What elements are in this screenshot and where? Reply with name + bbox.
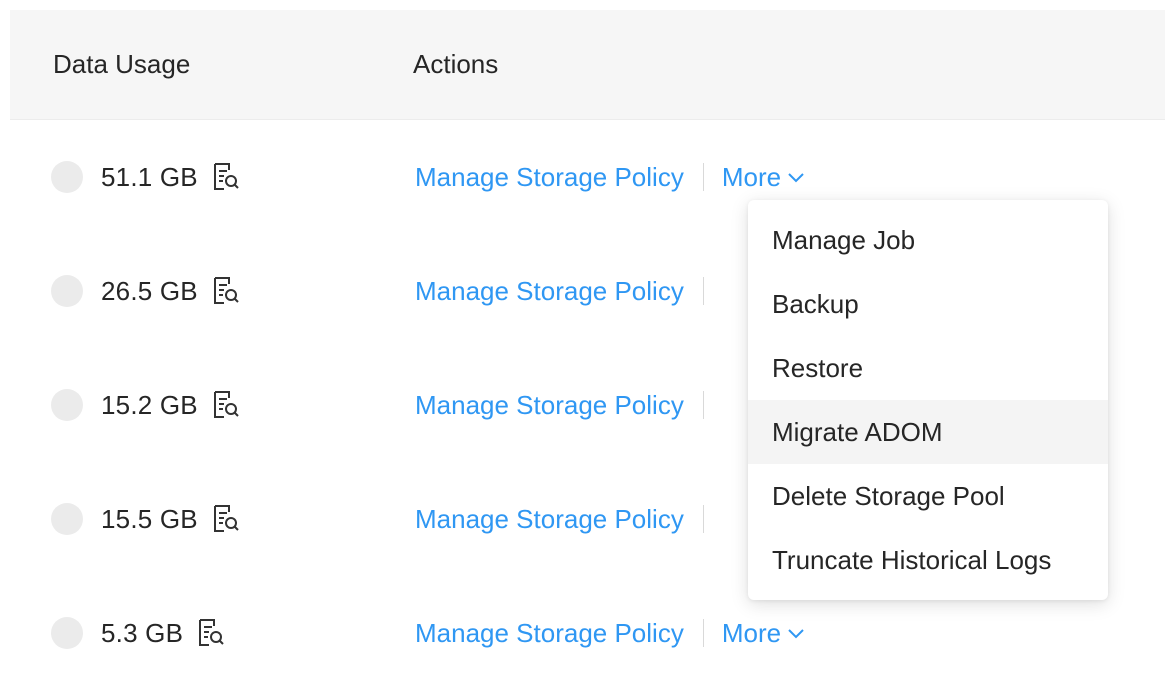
more-label: More — [721, 161, 782, 192]
data-usage-cell: 26.5 GB — [51, 234, 240, 348]
data-usage-cell: 15.2 GB — [51, 348, 240, 462]
menu-item-delete-storage-pool[interactable]: Delete Storage Pool — [748, 464, 1108, 528]
manage-storage-policy-link[interactable]: Manage Storage Policy — [415, 390, 684, 421]
more-label: More — [721, 617, 782, 648]
data-usage-value: 26.5 GB — [101, 275, 198, 306]
table-header: Data Usage Actions — [10, 10, 1165, 120]
action-separator — [702, 619, 704, 647]
actions-cell: Manage Storage Policy More — [415, 576, 805, 690]
manage-storage-policy-link[interactable]: Manage Storage Policy — [415, 618, 684, 649]
manage-storage-policy-link[interactable]: Manage Storage Policy — [415, 276, 684, 307]
manage-storage-policy-link[interactable]: Manage Storage Policy — [415, 162, 684, 193]
actions-cell: Manage Storage Policy — [415, 462, 722, 576]
chevron-down-icon — [788, 629, 804, 639]
action-separator — [702, 391, 704, 419]
actions-cell: Manage Storage Policy — [415, 348, 722, 462]
action-separator — [702, 163, 704, 191]
row-select-radio[interactable] — [51, 161, 83, 193]
log-search-icon[interactable] — [212, 162, 240, 192]
more-dropdown-trigger[interactable]: More — [722, 618, 805, 649]
log-search-icon[interactable] — [212, 390, 240, 420]
data-usage-value: 5.3 GB — [101, 617, 184, 648]
more-dropdown-trigger[interactable]: More — [722, 162, 805, 193]
actions-cell: Manage Storage Policy — [415, 234, 722, 348]
chevron-down-icon — [788, 173, 804, 183]
row-select-radio[interactable] — [51, 389, 83, 421]
data-usage-value: 15.5 GB — [101, 503, 198, 534]
row-select-radio[interactable] — [51, 617, 83, 649]
action-separator — [702, 505, 704, 533]
menu-item-truncate-historical-logs[interactable]: Truncate Historical Logs — [748, 528, 1108, 592]
data-usage-cell: 15.5 GB — [51, 462, 240, 576]
data-usage-cell: 51.1 GB — [51, 120, 240, 234]
column-header-data-usage: Data Usage — [53, 49, 191, 79]
data-usage-cell: 5.3 GB — [51, 576, 225, 690]
more-dropdown-menu: Manage Job Backup Restore Migrate ADOM Delet… — [748, 200, 1108, 600]
actions-cell: Manage Storage Policy More — [415, 120, 805, 234]
action-separator — [702, 277, 704, 305]
row-select-radio[interactable] — [51, 275, 83, 307]
row-select-radio[interactable] — [51, 503, 83, 535]
log-search-icon[interactable] — [212, 504, 240, 534]
data-usage-value: 15.2 GB — [101, 389, 198, 420]
menu-item-restore[interactable]: Restore — [748, 336, 1108, 400]
column-header-actions: Actions — [413, 49, 499, 79]
log-search-icon[interactable] — [197, 618, 225, 648]
data-usage-value: 51.1 GB — [101, 161, 198, 192]
menu-item-backup[interactable]: Backup — [748, 272, 1108, 336]
menu-item-migrate-adom[interactable]: Migrate ADOM — [748, 400, 1108, 464]
manage-storage-policy-link[interactable]: Manage Storage Policy — [415, 504, 684, 535]
log-search-icon[interactable] — [212, 276, 240, 306]
menu-item-manage-job[interactable]: Manage Job — [748, 208, 1108, 272]
